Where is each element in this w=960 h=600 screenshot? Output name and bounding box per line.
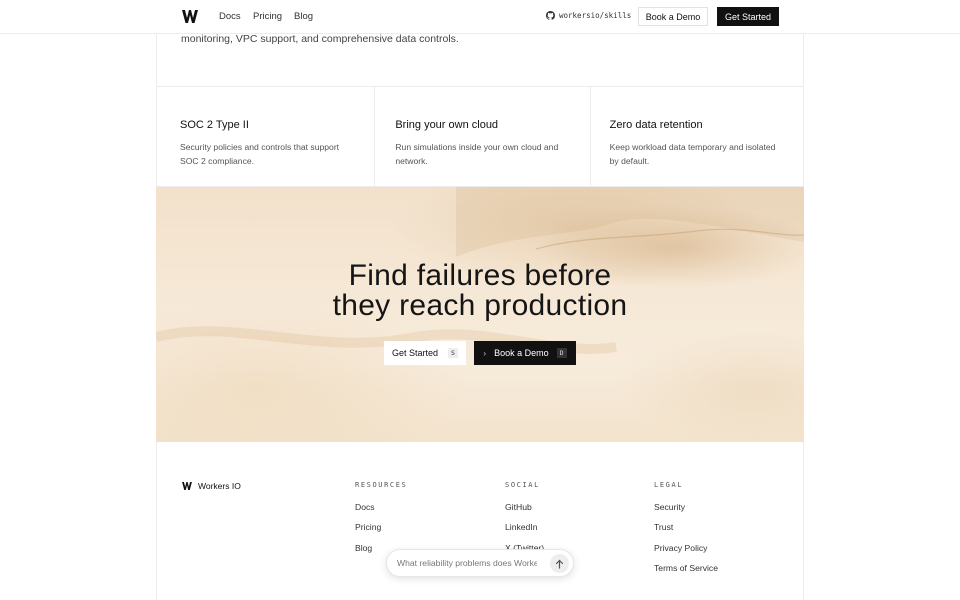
github-repo-link[interactable]: workersio/skills bbox=[546, 11, 631, 20]
hero-get-started-button[interactable]: Get Started S bbox=[384, 341, 466, 365]
footer-link-terms[interactable]: Terms of Service bbox=[654, 562, 718, 582]
send-button[interactable] bbox=[550, 554, 569, 573]
footer-link-linkedin[interactable]: LinkedIn bbox=[505, 521, 544, 541]
github-icon bbox=[546, 11, 555, 20]
book-demo-button[interactable]: Book a Demo bbox=[638, 7, 708, 26]
workers-logo-icon[interactable] bbox=[182, 10, 198, 23]
nav-docs-link[interactable]: Docs bbox=[219, 11, 241, 22]
footer-column-heading: SOCIAL bbox=[505, 481, 540, 489]
feature-description: Keep workload data temporary and isolate… bbox=[609, 142, 776, 166]
hero-book-demo-label: Book a Demo bbox=[494, 348, 549, 358]
shortcut-key-badge: D bbox=[556, 348, 567, 358]
hero-title-line-1: Find failures before bbox=[348, 259, 612, 292]
footer-brand-name: Workers IO bbox=[198, 481, 241, 491]
cta-hero: Find failures before they reach producti… bbox=[156, 187, 804, 442]
hero-get-started-label: Get Started bbox=[391, 348, 439, 358]
get-started-button[interactable]: Get Started bbox=[717, 7, 779, 26]
ask-input[interactable] bbox=[387, 558, 537, 568]
feature-description: Security policies and controls that supp… bbox=[180, 142, 340, 166]
footer-brand[interactable]: Workers IO bbox=[182, 481, 241, 491]
footer-column-heading: LEGAL bbox=[654, 481, 684, 489]
feature-card: Zero data retention Keep workload data t… bbox=[591, 87, 804, 186]
footer-link-pricing[interactable]: Pricing bbox=[355, 521, 407, 541]
top-navbar: Docs Pricing Blog workersio/skills Book … bbox=[0, 0, 960, 34]
footer-column-legal: LEGAL Security Trust Privacy Policy Term… bbox=[654, 481, 718, 582]
feature-grid: SOC 2 Type II Security policies and cont… bbox=[156, 86, 804, 187]
feature-description: Run simulations inside your own cloud an… bbox=[395, 142, 559, 166]
footer-column-heading: RESOURCES bbox=[355, 481, 408, 489]
feature-title: Bring your own cloud bbox=[395, 119, 499, 131]
nav-blog-link[interactable]: Blog bbox=[294, 11, 313, 22]
footer-link-trust[interactable]: Trust bbox=[654, 521, 718, 541]
nav-pricing-link[interactable]: Pricing bbox=[253, 11, 282, 22]
workers-logo-icon bbox=[182, 482, 192, 490]
shortcut-key-badge: S bbox=[448, 348, 459, 358]
feature-card: Bring your own cloud Run simulations ins… bbox=[375, 87, 591, 186]
github-repo-label: workersio/skills bbox=[559, 11, 632, 20]
footer-link-security[interactable]: Security bbox=[654, 501, 718, 521]
feature-title: SOC 2 Type II bbox=[180, 119, 249, 131]
arrow-up-icon bbox=[555, 559, 564, 569]
intro-paragraph: monitoring, VPC support, and comprehensi… bbox=[181, 33, 459, 45]
feature-title: Zero data retention bbox=[609, 119, 703, 131]
hero-actions: Get Started S › Book a Demo D bbox=[156, 341, 804, 365]
footer-link-docs[interactable]: Docs bbox=[355, 501, 407, 521]
ask-chat-bar bbox=[386, 549, 574, 577]
chevron-right-icon: › bbox=[483, 348, 487, 358]
hero-title-line-2: they reach production bbox=[332, 289, 628, 322]
hero-title: Find failures before they reach producti… bbox=[156, 261, 804, 321]
feature-card: SOC 2 Type II Security policies and cont… bbox=[156, 87, 376, 186]
footer-link-github[interactable]: GitHub bbox=[505, 501, 544, 521]
footer-link-privacy[interactable]: Privacy Policy bbox=[654, 542, 718, 562]
hero-book-demo-button[interactable]: › Book a Demo D bbox=[474, 341, 576, 365]
